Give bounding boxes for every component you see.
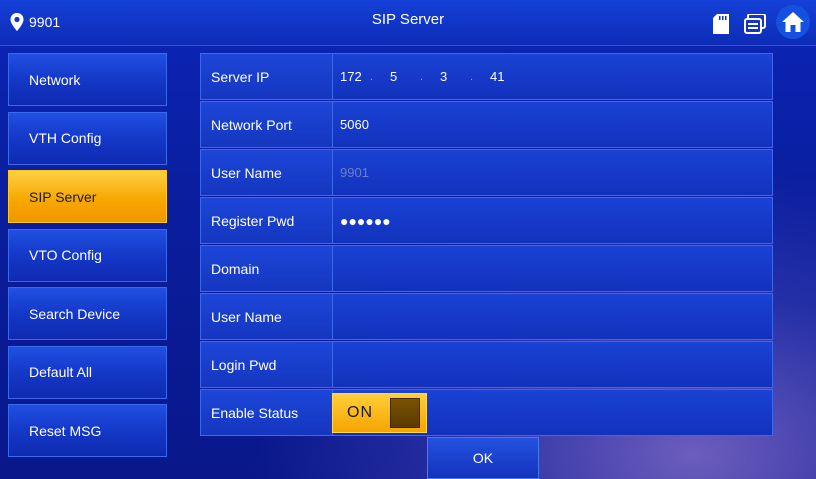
sidebar-item-default-all[interactable]: Default All bbox=[8, 345, 167, 399]
sidebar-item-network[interactable]: Network bbox=[8, 53, 167, 106]
sidebar-item-sip-server[interactable]: SIP Server bbox=[8, 170, 167, 223]
sidebar-item-vth-config[interactable]: VTH Config bbox=[8, 111, 167, 165]
enable-status-cell: ON bbox=[332, 389, 773, 436]
server-ip-field[interactable]: 172 . 5 . 3 . 41 bbox=[332, 53, 773, 100]
enable-status-toggle[interactable]: ON bbox=[332, 392, 427, 433]
form-row-register-pwd: Register Pwd ●●●●●● bbox=[200, 197, 773, 244]
sd-card-icon[interactable] bbox=[708, 11, 734, 37]
register-pwd-field[interactable]: ●●●●●● bbox=[332, 197, 773, 244]
ok-button[interactable]: OK bbox=[427, 437, 539, 479]
ip-separator: . bbox=[370, 70, 374, 83]
domain-label: Domain bbox=[200, 245, 332, 292]
sidebar-item-reset-msg[interactable]: Reset MSG bbox=[8, 404, 167, 457]
form-row-network-port: Network Port 5060 bbox=[200, 101, 773, 148]
ip-octet-2[interactable]: 5 bbox=[390, 69, 420, 84]
ip-separator: . bbox=[470, 70, 474, 83]
login-pwd-label: Login Pwd bbox=[200, 341, 332, 388]
login-user-name-label: User Name bbox=[200, 293, 332, 340]
ip-octet-3[interactable]: 3 bbox=[440, 69, 470, 84]
form-row-user-name: User Name 9901 bbox=[200, 149, 773, 196]
form-row-login-pwd: Login Pwd bbox=[200, 341, 773, 388]
network-port-field[interactable]: 5060 bbox=[332, 101, 773, 148]
header-bar: 9901 SIP Server bbox=[0, 0, 816, 46]
sidebar-item-vto-config[interactable]: VTO Config bbox=[8, 228, 167, 282]
register-pwd-label: Register Pwd bbox=[200, 197, 332, 244]
message-icon[interactable] bbox=[742, 11, 768, 37]
network-port-label: Network Port bbox=[200, 101, 332, 148]
login-pwd-field[interactable] bbox=[332, 341, 773, 388]
header-icons bbox=[708, 5, 810, 39]
login-user-name-field[interactable] bbox=[332, 293, 773, 340]
form-row-enable-status: Enable Status ON bbox=[200, 389, 773, 436]
server-ip-label: Server IP bbox=[200, 53, 332, 100]
enable-status-label: Enable Status bbox=[200, 389, 332, 436]
ip-octet-1[interactable]: 172 bbox=[340, 69, 370, 84]
ip-separator: . bbox=[420, 70, 424, 83]
home-button[interactable] bbox=[776, 5, 810, 39]
form-row-user-name-2: User Name bbox=[200, 293, 773, 340]
toggle-knob bbox=[390, 397, 420, 428]
user-name-field: 9901 bbox=[332, 149, 773, 196]
sip-settings-form: Server IP 172 . 5 . 3 . 41 Network Port … bbox=[200, 53, 773, 437]
sidebar-item-search-device[interactable]: Search Device bbox=[8, 287, 167, 340]
page-title: SIP Server bbox=[371, 11, 445, 28]
toggle-on-label: ON bbox=[347, 403, 373, 421]
user-name-label: User Name bbox=[200, 149, 332, 196]
form-row-server-ip: Server IP 172 . 5 . 3 . 41 bbox=[200, 53, 773, 100]
ip-address-input[interactable]: 172 . 5 . 3 . 41 bbox=[340, 69, 520, 84]
form-row-domain: Domain bbox=[200, 245, 773, 292]
sidebar-menu: Network VTH Config SIP Server VTO Config… bbox=[8, 53, 167, 463]
ip-octet-4[interactable]: 41 bbox=[490, 69, 520, 84]
home-icon bbox=[782, 12, 804, 32]
domain-field[interactable] bbox=[332, 245, 773, 292]
